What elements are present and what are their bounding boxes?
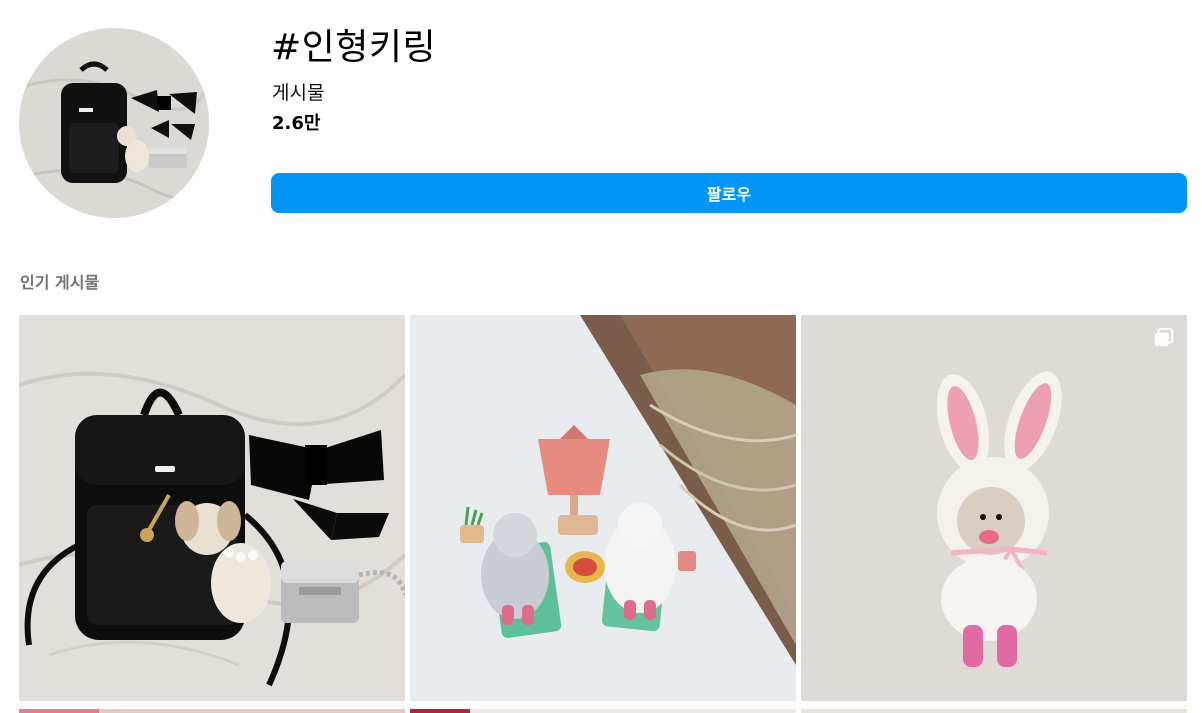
post-image (19, 315, 405, 701)
post-tile[interactable] (19, 706, 405, 713)
post-image (19, 709, 405, 713)
posts-label: 게시물 (272, 82, 325, 104)
carousel-icon (1154, 327, 1174, 347)
hashtag-page: #인형키링 게시물 2.6만 팔로우 인기 게시물 (0, 0, 1202, 713)
post-image (801, 709, 1187, 713)
post-tile[interactable] (410, 315, 796, 701)
hashtag-avatar (19, 28, 209, 218)
top-posts-heading: 인기 게시물 (20, 273, 100, 292)
post-tile[interactable] (19, 315, 405, 701)
posts-count: 2.6만 (272, 113, 321, 134)
post-tile[interactable] (801, 706, 1187, 713)
post-tile[interactable] (410, 706, 796, 713)
post-image (801, 315, 1187, 701)
hashtag-title: #인형키링 (271, 27, 437, 68)
post-tile[interactable] (801, 315, 1187, 701)
follow-button[interactable]: 팔로우 (271, 173, 1187, 213)
post-image (410, 709, 796, 713)
post-image (410, 315, 796, 701)
